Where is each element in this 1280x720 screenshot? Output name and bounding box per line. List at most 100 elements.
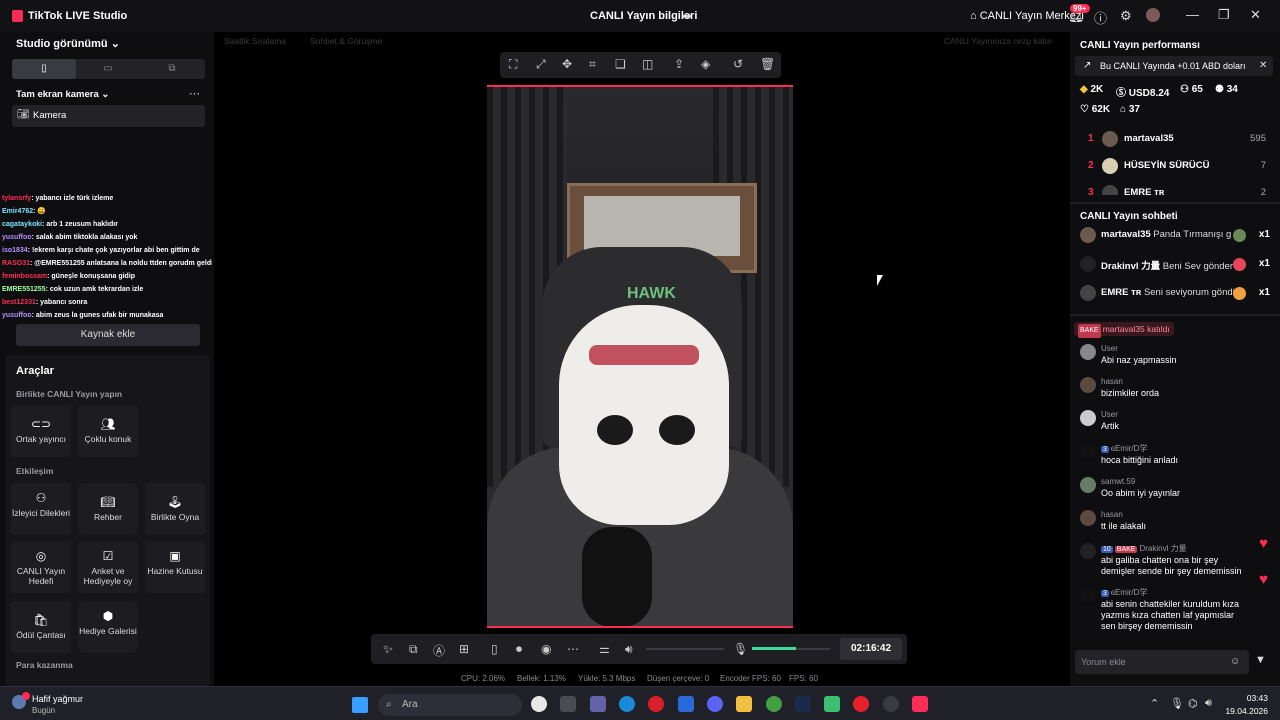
share-icon[interactable]: ➦: [682, 9, 692, 23]
center-icon[interactable]: ✥: [562, 57, 572, 71]
more-icon[interactable]: ⋯: [567, 642, 579, 656]
layers-icon[interactable]: ◈: [701, 57, 710, 71]
comment-text: abi senin chattekiler kuruldum kıza yazm…: [1101, 599, 1240, 631]
mail-icon[interactable]: [678, 696, 694, 712]
diamond-icon: ◆: [1080, 84, 1088, 95]
tray-chevron-icon[interactable]: ⌃: [1150, 697, 1159, 710]
taskbar-date[interactable]: 19.04.2026: [1220, 706, 1268, 716]
close-icon[interactable]: ✕: [1250, 7, 1261, 23]
phone-icon[interactable]: ▯: [491, 642, 498, 656]
bag-icon: 🛍︎: [33, 613, 49, 627]
play-together-tool[interactable]: 🕹︎ Birlikte Oyna: [145, 483, 205, 535]
chat-app-icon[interactable]: [824, 696, 840, 712]
camera-section-title[interactable]: Tam ekran kamera ⌄: [16, 89, 109, 100]
live-center-button[interactable]: ⌂ CANLI Yayın Merkezi: [970, 10, 1084, 22]
ranking-row[interactable]: 1 martaval35 595: [1070, 127, 1280, 151]
landscape-view-button[interactable]: ▭: [76, 59, 140, 79]
maximize-icon[interactable]: ❐: [1218, 7, 1230, 23]
followers-stat: ⚉ 34: [1215, 84, 1238, 95]
volume-icon[interactable]: 🔊︎: [1205, 697, 1212, 710]
weather-title[interactable]: Hafif yağmur: [32, 694, 83, 704]
overlay-chat-line: feminbossam: güneşle konuşsana gidip: [2, 270, 212, 283]
guide-tool[interactable]: 📖︎ Rehber: [78, 483, 138, 535]
tray-mic-icon[interactable]: 🎙︎: [1170, 697, 1184, 710]
comment-text: tt ile alakalı: [1101, 521, 1147, 531]
mouse-cursor: [877, 275, 883, 286]
usd-stat: Ⓢ USD8.24: [1116, 84, 1169, 99]
live-goal-tool[interactable]: ◎ CANLI Yayın Hedefi: [11, 541, 71, 593]
magic-icon[interactable]: ✨︎: [383, 642, 393, 657]
rotate-icon[interactable]: ↺: [733, 57, 743, 71]
treasure-box-tool[interactable]: ▣ Hazine Kutusu: [145, 541, 205, 593]
tiktok-studio-taskbar-icon[interactable]: [912, 696, 928, 712]
steam-icon[interactable]: [795, 696, 811, 712]
windows-start-icon[interactable]: [352, 697, 368, 713]
camera-preview[interactable]: HAWK: [487, 85, 793, 628]
obs-icon[interactable]: [883, 696, 899, 712]
folder-icon[interactable]: [736, 696, 752, 712]
microphone-icon[interactable]: 🎙︎: [733, 642, 748, 656]
edge-icon[interactable]: [619, 696, 635, 712]
settings-sliders-icon[interactable]: ⚌: [599, 642, 610, 656]
mic-volume-track[interactable]: [796, 648, 830, 650]
trash-icon[interactable]: 🗑︎: [760, 57, 775, 71]
help-icon[interactable]: ⓘ: [1094, 8, 1107, 27]
taskbar-time[interactable]: 03:43: [1220, 693, 1268, 703]
ai-icon[interactable]: Ⓐ: [433, 642, 445, 659]
multi-view-button[interactable]: ⧉: [140, 59, 204, 79]
mirror-icon[interactable]: ◫: [642, 57, 653, 71]
co-host-tool[interactable]: ⊂⊃ Ortak yayıncı: [11, 405, 71, 457]
minimize-icon[interactable]: —: [1186, 7, 1199, 22]
record-icon[interactable]: ⏺: [516, 642, 522, 657]
fit-icon[interactable]: ⛶: [509, 57, 517, 72]
speaker-icon[interactable]: 🔊︎: [625, 642, 633, 657]
scene-icon[interactable]: ⊞: [459, 642, 469, 656]
more-options-icon[interactable]: ⋯: [189, 87, 200, 100]
youtube-icon[interactable]: [853, 696, 869, 712]
overlay-chat-text: 😀: [37, 208, 47, 215]
gift-row[interactable]: Drakinvl 力量 Beni Sev gönder x1: [1070, 253, 1280, 277]
viewer-wishes-tool[interactable]: ⚇ İzleyici Dilekleri: [11, 483, 71, 535]
network-icon[interactable]: ⌬: [1188, 697, 1198, 710]
windows-taskbar: Hafif yağmur Bugün ⌕ Ara ⌃ 🎙︎ ⌬ 🔊︎ 03:43 …: [0, 686, 1280, 720]
copy-icon[interactable]: ❏: [615, 57, 626, 71]
taskbar-search[interactable]: ⌕ Ara: [378, 694, 522, 716]
move-up-icon[interactable]: ⇪: [674, 57, 684, 71]
speaker-volume-slider[interactable]: [646, 648, 724, 650]
gift-row[interactable]: martaval35 Panda Tırmanışı g x1: [1070, 224, 1280, 248]
close-notice-icon[interactable]: ✕: [1259, 56, 1267, 76]
reward-bag-tool[interactable]: 🛍︎ Ödül Çantası: [11, 601, 71, 653]
filter-icon[interactable]: ▼: [1255, 654, 1266, 666]
overlay-chat-user: best12331: [2, 299, 36, 306]
chevron-down-icon: ⌄: [110, 38, 120, 50]
crop-icon[interactable]: ⌗: [589, 57, 596, 72]
joined-notice: BAKE martaval35 katıldı: [1074, 322, 1174, 338]
add-source-button[interactable]: Kaynak ekle: [16, 324, 200, 346]
ranking-row[interactable]: 3 EMRE ᴛʀ 2: [1070, 181, 1280, 195]
chrome-icon[interactable]: [531, 696, 547, 712]
ranking-row[interactable]: 2 HÜSEYİN SÜRÜCÜ 7: [1070, 154, 1280, 178]
camera-source-item[interactable]: 📷︎ Kamera: [12, 105, 205, 127]
chrome-alt-icon[interactable]: [766, 696, 782, 712]
multi-guest-tool[interactable]: 👥︎ Çoklu konuk: [78, 405, 138, 457]
discord-icon[interactable]: [707, 696, 723, 712]
reward-bag-label: Ödül Çantası: [16, 630, 66, 640]
store-icon[interactable]: [560, 696, 576, 712]
expand-icon[interactable]: ⤢: [536, 57, 546, 72]
capture-icon[interactable]: ◉: [541, 642, 551, 656]
gift-row[interactable]: EMRE ᴛʀ Seni seviyorum göndi x1: [1070, 282, 1280, 306]
gift-gallery-tool[interactable]: ⬢ Hediye Galerisi: [78, 601, 138, 653]
comment-text: bizimkiler orda: [1101, 388, 1160, 398]
left-panel: Studio görünümü ⌄ ▯ ▭ ⧉ Tam ekran kamera…: [0, 32, 214, 686]
effects-icon[interactable]: ⧉: [409, 642, 418, 657]
teams-icon[interactable]: [590, 696, 606, 712]
gear-icon[interactable]: ⚙: [1120, 8, 1132, 24]
comment-input[interactable]: Yorum ekle ☺: [1075, 650, 1249, 674]
emoji-icon[interactable]: ☺: [1230, 650, 1240, 674]
studio-view-dropdown[interactable]: Studio görünümü ⌄: [16, 37, 120, 50]
opera-icon[interactable]: [648, 696, 664, 712]
profile-avatar[interactable]: [1146, 8, 1160, 22]
portrait-view-button[interactable]: ▯: [12, 59, 76, 79]
poll-tool[interactable]: ☑ Anket ve Hediyeyle oy: [78, 541, 138, 593]
mic-volume-level[interactable]: [752, 647, 796, 650]
